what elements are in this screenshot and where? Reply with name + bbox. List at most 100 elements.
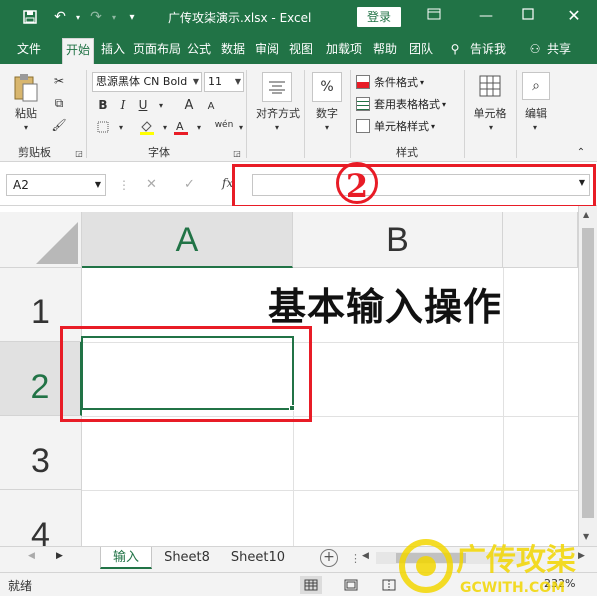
search-icon[interactable]: ⌕ (522, 72, 550, 100)
fill-color-icon[interactable] (138, 118, 156, 136)
alignment-icon[interactable] (262, 72, 292, 102)
number-button[interactable]: 数字 (310, 106, 344, 120)
tab-split-handle[interactable]: ⋮ (350, 552, 361, 565)
editing-button[interactable]: 编辑 (518, 106, 554, 120)
close-icon[interactable]: ✕ (560, 5, 588, 27)
row-header-4[interactable]: 4 (0, 490, 82, 546)
paste-icon[interactable] (10, 70, 42, 106)
copy-icon[interactable]: ⧉ (50, 94, 68, 112)
tab-data[interactable]: 数据 (218, 38, 248, 64)
font-name-select[interactable]: 思源黑体 CN Bold ▼ (92, 72, 202, 92)
alignment-button[interactable]: 对齐方式 (250, 106, 306, 120)
tab-formulas[interactable]: 公式 (184, 38, 214, 64)
conditional-formatting-button[interactable]: 条件格式 ▾ (356, 72, 424, 92)
cells-icon[interactable] (476, 72, 504, 100)
cut-icon[interactable]: ✂ (50, 72, 68, 90)
scroll-right-icon[interactable]: ▶ (578, 551, 585, 561)
underline-button[interactable]: U (134, 96, 152, 114)
name-box[interactable]: A2 ▼ (6, 174, 106, 196)
share-icon[interactable]: ⚇ (528, 38, 542, 64)
minimize-icon[interactable]: — (472, 5, 500, 27)
borders-dropdown-icon[interactable]: ▾ (112, 118, 130, 136)
scroll-left-icon[interactable]: ◀ (362, 551, 369, 561)
font-color-icon[interactable]: A (172, 118, 190, 136)
vertical-scrollbar[interactable]: ▲ ▼ (578, 206, 597, 546)
select-all-corner[interactable] (0, 212, 82, 268)
cell-styles-button[interactable]: 单元格样式 ▾ (356, 116, 435, 136)
tab-home[interactable]: 开始 (62, 38, 94, 64)
percent-icon[interactable]: % (312, 72, 342, 102)
redo-dropdown-icon[interactable]: ▾ (104, 7, 124, 27)
svg-text:A: A (176, 120, 184, 133)
lightbulb-icon[interactable]: ⚲ (448, 38, 462, 64)
format-as-table-icon (356, 97, 370, 111)
scroll-down-icon[interactable]: ▼ (583, 532, 589, 541)
row-header-3[interactable]: 3 (0, 416, 82, 490)
cancel-icon[interactable]: ✕ (146, 177, 157, 192)
cells-dropdown-icon[interactable]: ▾ (484, 122, 498, 132)
scroll-up-icon[interactable]: ▲ (583, 210, 589, 219)
sheet-tab-sheet8[interactable]: Sheet8 (156, 547, 218, 569)
shrink-font-button[interactable]: A (202, 97, 220, 115)
tab-help[interactable]: 帮助 (370, 38, 400, 64)
undo-dropdown-icon[interactable]: ▾ (68, 7, 88, 27)
tab-team[interactable]: 团队 (406, 38, 436, 64)
font-size-select[interactable]: 11 ▼ (204, 72, 244, 92)
paste-label[interactable]: 粘贴 (10, 106, 42, 120)
tab-review[interactable]: 审阅 (252, 38, 282, 64)
font-name-value: 思源黑体 CN Bold (96, 75, 188, 88)
column-header-c[interactable] (503, 212, 578, 268)
sheet-tab-sheet10[interactable]: Sheet10 (224, 547, 292, 569)
cells-button[interactable]: 单元格 (468, 106, 512, 120)
maximize-icon[interactable] (514, 5, 542, 27)
alignment-dropdown-icon[interactable]: ▾ (270, 122, 284, 132)
ribbon-display-icon[interactable] (420, 5, 448, 27)
phonetic-dropdown-icon[interactable]: ▾ (232, 118, 250, 136)
formula-bar-splitter[interactable]: ⋮ (118, 178, 130, 192)
redo-icon[interactable]: ↷ (86, 7, 106, 27)
format-painter-icon[interactable]: 🖌 (50, 116, 68, 134)
scroll-sheets-left-icon[interactable]: ◀ (28, 551, 35, 561)
collapse-ribbon-icon[interactable]: ⌃ (574, 146, 588, 158)
chevron-down-icon: ▼ (192, 77, 199, 86)
font-launcher-icon[interactable]: ◲ (228, 144, 246, 162)
customize-icon[interactable]: ▾ (122, 7, 142, 27)
normal-view-icon[interactable] (300, 576, 322, 594)
bold-button[interactable]: B (94, 96, 112, 114)
paste-dropdown-icon[interactable]: ▾ (20, 122, 32, 132)
page-break-view-icon[interactable] (378, 576, 400, 594)
underline-dropdown-icon[interactable]: ▾ (152, 96, 170, 114)
tab-page-layout[interactable]: 页面布局 (132, 38, 182, 64)
borders-icon[interactable] (94, 118, 112, 136)
grow-font-button[interactable]: A (180, 96, 198, 114)
zoom-level[interactable]: 232% (544, 577, 575, 590)
horizontal-scrollbar[interactable] (376, 552, 526, 564)
styles-group-label: 样式 (396, 146, 418, 159)
vertical-scroll-thumb[interactable] (582, 228, 594, 518)
tab-insert[interactable]: 插入 (98, 38, 128, 64)
tell-me-search[interactable]: 告诉我 (466, 38, 510, 64)
page-layout-view-icon[interactable] (340, 576, 362, 594)
cell-a1-heading[interactable]: 基本输入操作 (268, 276, 502, 331)
share-button[interactable]: 共享 (544, 38, 574, 64)
chevron-down-icon: ▼ (94, 180, 101, 189)
scroll-sheets-right-icon[interactable]: ▶ (56, 551, 63, 561)
tab-addins[interactable]: 加载项 (322, 38, 366, 64)
clipboard-group-label: 剪贴板 (18, 146, 51, 159)
tab-view[interactable]: 视图 (286, 38, 316, 64)
horizontal-scroll-thumb[interactable] (396, 553, 466, 563)
enter-icon[interactable]: ✓ (184, 177, 195, 192)
column-header-a[interactable]: A (82, 212, 293, 268)
tab-file[interactable]: 文件 (12, 38, 46, 64)
undo-icon[interactable]: ↶ (50, 7, 70, 27)
number-dropdown-icon[interactable]: ▾ (320, 122, 334, 132)
login-button[interactable]: 登录 (357, 7, 401, 27)
save-icon[interactable] (20, 7, 40, 27)
editing-dropdown-icon[interactable]: ▾ (528, 122, 542, 132)
italic-button[interactable]: I (114, 96, 132, 114)
sheet-tab-input[interactable]: 输入 (100, 547, 152, 569)
font-color-dropdown-icon[interactable]: ▾ (190, 118, 208, 136)
add-sheet-icon[interactable]: + (320, 549, 338, 567)
format-as-table-button[interactable]: 套用表格格式 ▾ (356, 94, 446, 114)
column-header-b[interactable]: B (293, 212, 503, 268)
